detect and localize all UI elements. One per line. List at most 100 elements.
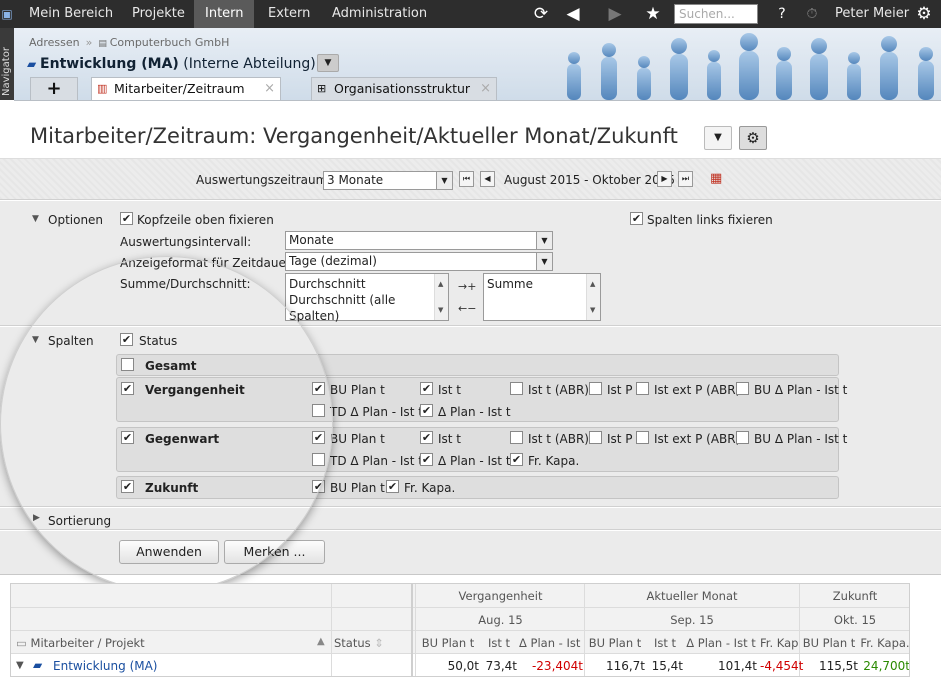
nav-administration[interactable]: Administration [321,0,438,28]
list-item[interactable]: Durchschnitt (alle Spalten) [289,292,445,324]
value-column-header[interactable]: BU Plan t [417,636,479,650]
column-option-checkbox[interactable] [312,404,325,417]
user-name[interactable]: Peter Meier [835,0,909,28]
tab-mitarbeiter-zeitraum[interactable]: ▥ Mitarbeiter/Zeitraum × [91,77,281,100]
column-option-checkbox[interactable]: ✔ [420,431,433,444]
interval-select[interactable]: Monate ▼ [285,231,553,250]
duration-format-select[interactable]: Tage (dezimal) ▼ [285,252,553,271]
value-column-header[interactable]: Fr. Kapa. [760,636,798,650]
favorites-star-icon[interactable]: ★ [642,0,664,28]
vergangenheit-checkbox[interactable]: ✔ [121,382,134,395]
group-name: Zukunft [145,481,199,495]
collapsed-triangle-icon[interactable]: ▶ [33,513,40,523]
value-column-header[interactable]: BU Plan t [800,636,858,650]
fix-header-checkbox[interactable]: ✔ [120,212,133,225]
last-period-button[interactable]: ⏭ [678,171,693,187]
value-column-header[interactable]: Ist t [481,636,517,650]
report-settings-button[interactable]: ⚙ [739,126,767,150]
breadcrumb-item-adressen[interactable]: Adressen [29,36,80,49]
navigator-label: Navigator [1,47,12,96]
fix-columns-checkbox[interactable]: ✔ [630,212,643,225]
column-option-label: BU Δ Plan - Ist t [754,383,848,397]
remove-aggregation-button[interactable]: ←− [458,302,476,315]
sorting-section-title[interactable]: Sortierung [48,514,111,528]
next-period-button[interactable]: ▶ [657,171,672,187]
column-option-label: BU Plan t [330,481,385,495]
gegenwart-checkbox[interactable]: ✔ [121,431,134,444]
previous-period-button[interactable]: ◀ [480,171,495,187]
breadcrumb-item-company[interactable]: Computerbuch GmbH [110,36,230,49]
back-arrow-icon[interactable]: ◀ [562,0,584,28]
title-dropdown-button[interactable]: ▼ [704,126,732,150]
settings-gear-icon[interactable]: ⚙ [912,0,936,28]
value-column-header[interactable]: BU Plan t [585,636,645,650]
app-grid-icon[interactable]: ▣ [0,0,14,28]
remember-button[interactable]: Merken ... [224,540,325,564]
expanded-triangle-icon[interactable]: ▼ [32,335,39,345]
column-option-checkbox[interactable]: ✔ [420,382,433,395]
time-range-select[interactable]: 3 Monate ▼ [323,171,453,190]
calendar-icon[interactable]: ▦ [710,171,722,186]
department-icon: ▰ [33,658,43,672]
options-section-title[interactable]: Optionen [48,213,103,227]
zukunft-checkbox[interactable]: ✔ [121,480,134,493]
column-option-checkbox[interactable] [510,382,523,395]
first-period-button[interactable]: ⏮ [459,171,474,187]
column-option-checkbox[interactable]: ✔ [312,480,325,493]
row-name-link[interactable]: Entwicklung (MA) [53,659,158,673]
nav-projekte[interactable]: Projekte [121,0,196,28]
column-divider [411,584,413,676]
search-input[interactable]: Suchen... [674,4,758,24]
value-column-header[interactable]: Δ Plan - Ist t [519,636,583,650]
list-scrollbar[interactable]: ▲ ▼ [434,274,448,320]
nav-mein-bereich[interactable]: Mein Bereich [18,0,124,28]
column-option-checkbox[interactable]: ✔ [420,453,433,466]
tab-organisationsstruktur[interactable]: ⊞ Organisationsstruktur × [311,77,497,100]
sort-ascending-icon[interactable]: ▲ [317,636,325,647]
column-option-checkbox[interactable] [736,431,749,444]
value-column-header[interactable]: Δ Plan - Ist t [685,636,757,650]
expanded-triangle-icon[interactable]: ▼ [32,214,39,224]
list-item[interactable]: Summe [487,276,597,292]
column-option-label: Ist t [438,432,462,446]
column-option-checkbox[interactable] [312,453,325,466]
employee-column-header[interactable]: ▭ Mitarbeiter / Projekt [16,636,316,650]
column-option-checkbox[interactable] [636,382,649,395]
column-option-checkbox[interactable] [589,382,602,395]
status-checkbox[interactable]: ✔ [120,333,133,346]
value-column-header[interactable]: Ist t [647,636,683,650]
stopwatch-icon[interactable]: ⏱ [802,0,822,28]
close-tab-icon[interactable]: × [264,78,275,100]
column-option-checkbox[interactable] [589,431,602,444]
column-option-checkbox[interactable]: ✔ [510,453,523,466]
column-option-checkbox[interactable]: ✔ [312,382,325,395]
nav-extern[interactable]: Extern [257,0,321,28]
status-column-header[interactable]: Status ⇕ [334,636,394,650]
column-option-checkbox[interactable] [636,431,649,444]
column-option-checkbox[interactable]: ✔ [312,431,325,444]
value-column-header[interactable]: Fr. Kapa. [860,636,909,650]
column-divider [415,584,416,676]
column-option-checkbox[interactable]: ✔ [420,404,433,417]
org-dropdown-button[interactable]: ▼ [317,54,339,72]
gesamt-checkbox[interactable] [121,358,134,371]
expand-triangle-icon[interactable]: ▼ [16,660,24,671]
navigator-strip[interactable]: Navigator [0,28,14,100]
apply-button[interactable]: Anwenden [119,540,219,564]
available-aggregations-list[interactable]: Durchschnitt Durchschnitt (alle Spalten)… [285,273,449,324]
nav-intern[interactable]: Intern [194,0,254,28]
help-icon[interactable]: ? [774,0,790,28]
selected-aggregations-list[interactable]: Summe ▲ ▼ [483,273,601,321]
columns-section-title[interactable]: Spalten [48,334,94,348]
refresh-icon[interactable]: ⟳ [530,0,552,28]
column-option-checkbox[interactable]: ✔ [386,480,399,493]
add-tab-button[interactable]: + [30,77,78,100]
forward-arrow-icon[interactable]: ▶ [604,0,626,28]
add-aggregation-button[interactable]: →+ [458,280,476,293]
column-option-checkbox[interactable] [736,382,749,395]
list-item[interactable]: Durchschnitt [289,276,445,292]
close-tab-icon[interactable]: × [480,78,491,100]
column-option-checkbox[interactable] [510,431,523,444]
tab-divider [14,100,941,101]
list-scrollbar[interactable]: ▲ ▼ [586,274,600,320]
